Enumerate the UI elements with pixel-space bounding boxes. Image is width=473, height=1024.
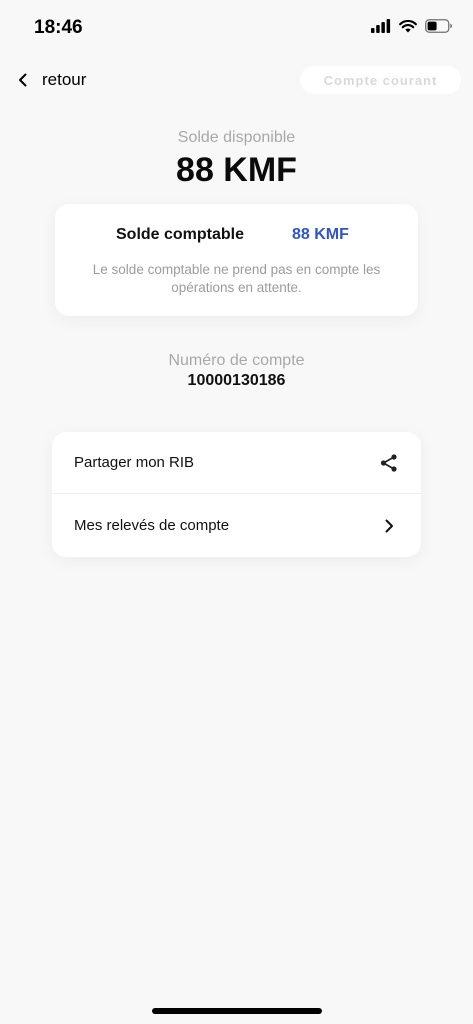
battery-icon <box>425 19 452 33</box>
account-statements-button[interactable]: Mes relevés de compte <box>52 495 421 557</box>
account-statements-label: Mes relevés de compte <box>74 517 230 534</box>
status-time: 18:46 <box>34 17 83 38</box>
share-rib-button[interactable]: Partager mon RIB <box>52 432 421 494</box>
chevron-left-icon <box>19 73 27 87</box>
available-balance-label: Solde disponible <box>177 129 296 146</box>
status-icons <box>371 19 453 33</box>
chevron-right-icon <box>385 519 393 533</box>
accounting-balance-card: Solde comptable 88 KMF Le solde comptabl… <box>55 204 418 316</box>
status-bar: 18:46 <box>0 0 473 56</box>
home-indicator[interactable] <box>152 1008 322 1014</box>
back-button[interactable]: retour <box>14 62 86 98</box>
accounting-balance-note: Le solde comptable ne prend pas en compt… <box>92 262 381 295</box>
back-label: retour <box>42 70 87 89</box>
nav-bar: retour Compte courant <box>0 62 473 98</box>
accounting-balance-value: 88 KMF <box>292 226 349 243</box>
accounting-balance-label: Solde comptable <box>116 226 245 243</box>
share-icon <box>380 454 397 472</box>
actions-card: Partager mon RIB Mes relevés de compte <box>52 432 421 557</box>
cellular-signal-icon <box>371 19 391 33</box>
share-rib-label: Partager mon RIB <box>74 454 195 471</box>
account-number-label: Numéro de compte <box>168 352 305 369</box>
account-type-selector[interactable]: Compte courant <box>300 66 461 94</box>
accounting-balance-row: Solde comptable 88 KMF <box>55 226 418 248</box>
wifi-icon <box>399 19 417 33</box>
account-number-value: 10000130186 <box>187 372 286 389</box>
available-balance-value: 88 KMF <box>176 151 297 189</box>
